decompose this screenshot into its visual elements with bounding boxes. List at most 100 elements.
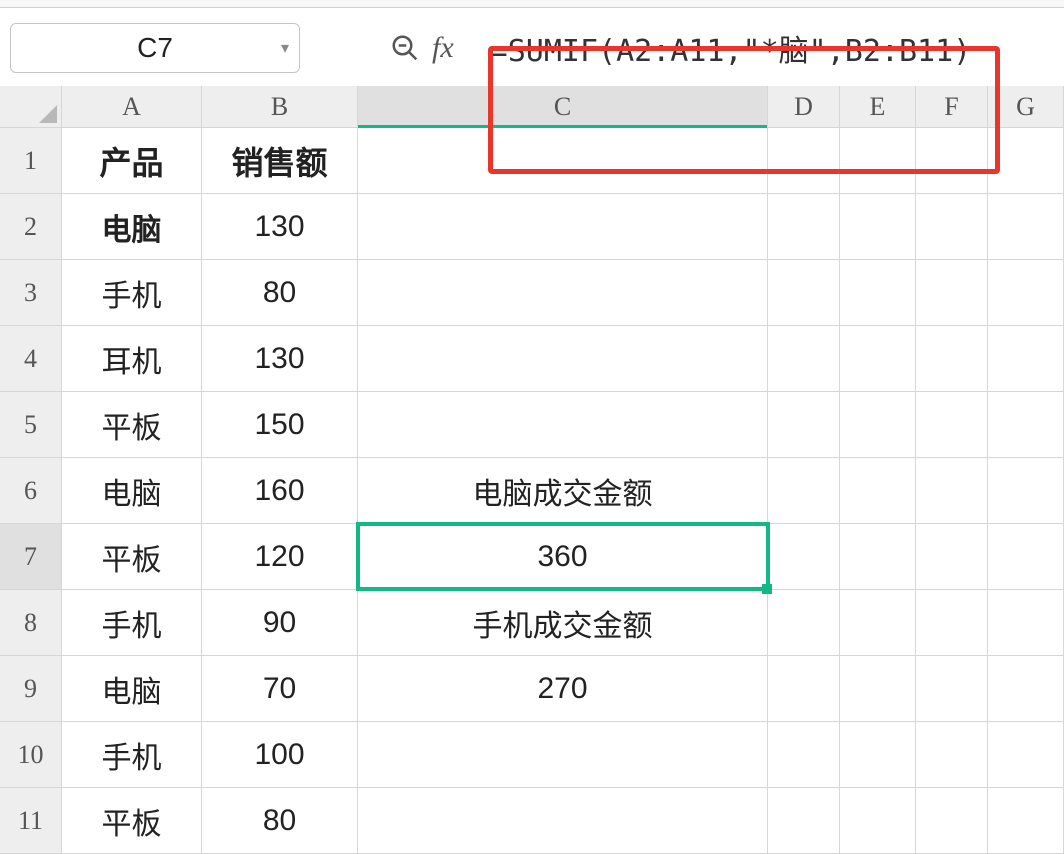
cell-B3[interactable]: 80	[202, 260, 358, 325]
select-all-corner[interactable]	[0, 86, 62, 127]
cell-D8[interactable]	[768, 590, 840, 655]
column-header-F[interactable]: F	[916, 86, 988, 127]
row-header-8[interactable]: 8	[0, 590, 62, 655]
cell-A8[interactable]: 手机	[62, 590, 202, 655]
cell-A6[interactable]: 电脑	[62, 458, 202, 523]
cell-A4[interactable]: 耳机	[62, 326, 202, 391]
cell-G4[interactable]	[988, 326, 1064, 391]
column-header-E[interactable]: E	[840, 86, 916, 127]
cell-C8[interactable]: 手机成交金额	[358, 590, 768, 655]
chevron-down-icon[interactable]: ▾	[281, 38, 289, 58]
cell-D2[interactable]	[768, 194, 840, 259]
cell-E4[interactable]	[840, 326, 916, 391]
cell-D4[interactable]	[768, 326, 840, 391]
cell-E2[interactable]	[840, 194, 916, 259]
cell-C9[interactable]: 270	[358, 656, 768, 721]
cell-G5[interactable]	[988, 392, 1064, 457]
cell-G7[interactable]	[988, 524, 1064, 589]
row-header-10[interactable]: 10	[0, 722, 62, 787]
column-header-A[interactable]: A	[62, 86, 202, 127]
cell-B1[interactable]: 销售额	[202, 128, 358, 193]
row-header-4[interactable]: 4	[0, 326, 62, 391]
cell-D5[interactable]	[768, 392, 840, 457]
cell-E5[interactable]	[840, 392, 916, 457]
cell-B5[interactable]: 150	[202, 392, 358, 457]
cell-F2[interactable]	[916, 194, 988, 259]
row-header-1[interactable]: 1	[0, 128, 62, 193]
column-header-G[interactable]: G	[988, 86, 1064, 127]
cell-D7[interactable]	[768, 524, 840, 589]
cell-C6[interactable]: 电脑成交金额	[358, 458, 768, 523]
cell-E6[interactable]	[840, 458, 916, 523]
cell-F1[interactable]	[916, 128, 988, 193]
formula-input[interactable]: =SUMIF(A2:A11,"*脑",B2:B11)	[474, 22, 1054, 74]
cell-A5[interactable]: 平板	[62, 392, 202, 457]
row-header-2[interactable]: 2	[0, 194, 62, 259]
cell-E10[interactable]	[840, 722, 916, 787]
cell-A3[interactable]: 手机	[62, 260, 202, 325]
cell-G10[interactable]	[988, 722, 1064, 787]
cell-E8[interactable]	[840, 590, 916, 655]
zoom-out-icon[interactable]	[390, 33, 420, 63]
row-header-3[interactable]: 3	[0, 260, 62, 325]
cell-F7[interactable]	[916, 524, 988, 589]
cell-F8[interactable]	[916, 590, 988, 655]
cell-C2[interactable]	[358, 194, 768, 259]
cell-B4[interactable]: 130	[202, 326, 358, 391]
cell-B6[interactable]: 160	[202, 458, 358, 523]
cell-D11[interactable]	[768, 788, 840, 853]
row-header-5[interactable]: 5	[0, 392, 62, 457]
cell-G2[interactable]	[988, 194, 1064, 259]
cell-D3[interactable]	[768, 260, 840, 325]
cell-B9[interactable]: 70	[202, 656, 358, 721]
cell-D6[interactable]	[768, 458, 840, 523]
column-header-D[interactable]: D	[768, 86, 840, 127]
cell-B10[interactable]: 100	[202, 722, 358, 787]
column-header-C[interactable]: C	[358, 86, 768, 127]
cell-G6[interactable]	[988, 458, 1064, 523]
cell-A11[interactable]: 平板	[62, 788, 202, 853]
cell-B2[interactable]: 130	[202, 194, 358, 259]
cell-F4[interactable]	[916, 326, 988, 391]
cell-E3[interactable]	[840, 260, 916, 325]
cell-E1[interactable]	[840, 128, 916, 193]
cell-E11[interactable]	[840, 788, 916, 853]
cell-G3[interactable]	[988, 260, 1064, 325]
cell-F9[interactable]	[916, 656, 988, 721]
cell-A1[interactable]: 产品	[62, 128, 202, 193]
cell-A10[interactable]: 手机	[62, 722, 202, 787]
spreadsheet-grid[interactable]: A B C D E F G 1产品销售额2电脑1303手机804耳机1305平板…	[0, 86, 1064, 854]
cell-C7[interactable]: 360	[358, 524, 768, 589]
cell-C11[interactable]	[358, 788, 768, 853]
cell-A7[interactable]: 平板	[62, 524, 202, 589]
cell-G1[interactable]	[988, 128, 1064, 193]
column-header-B[interactable]: B	[202, 86, 358, 127]
cell-C1[interactable]	[358, 128, 768, 193]
cell-C10[interactable]	[358, 722, 768, 787]
cell-A9[interactable]: 电脑	[62, 656, 202, 721]
cell-D1[interactable]	[768, 128, 840, 193]
cell-D9[interactable]	[768, 656, 840, 721]
cell-C4[interactable]	[358, 326, 768, 391]
fx-icon[interactable]: fx	[432, 31, 454, 65]
row-header-7[interactable]: 7	[0, 524, 62, 589]
cell-C5[interactable]	[358, 392, 768, 457]
name-box[interactable]: C7 ▾	[10, 23, 300, 73]
row-header-6[interactable]: 6	[0, 458, 62, 523]
cell-B8[interactable]: 90	[202, 590, 358, 655]
cell-F11[interactable]	[916, 788, 988, 853]
cell-F10[interactable]	[916, 722, 988, 787]
cell-D10[interactable]	[768, 722, 840, 787]
cell-E7[interactable]	[840, 524, 916, 589]
cell-F5[interactable]	[916, 392, 988, 457]
cell-B11[interactable]: 80	[202, 788, 358, 853]
cell-G8[interactable]	[988, 590, 1064, 655]
row-header-9[interactable]: 9	[0, 656, 62, 721]
cell-G11[interactable]	[988, 788, 1064, 853]
cell-A2[interactable]: 电脑	[62, 194, 202, 259]
cell-B7[interactable]: 120	[202, 524, 358, 589]
cell-C3[interactable]	[358, 260, 768, 325]
row-header-11[interactable]: 11	[0, 788, 62, 853]
cell-F3[interactable]	[916, 260, 988, 325]
cell-F6[interactable]	[916, 458, 988, 523]
